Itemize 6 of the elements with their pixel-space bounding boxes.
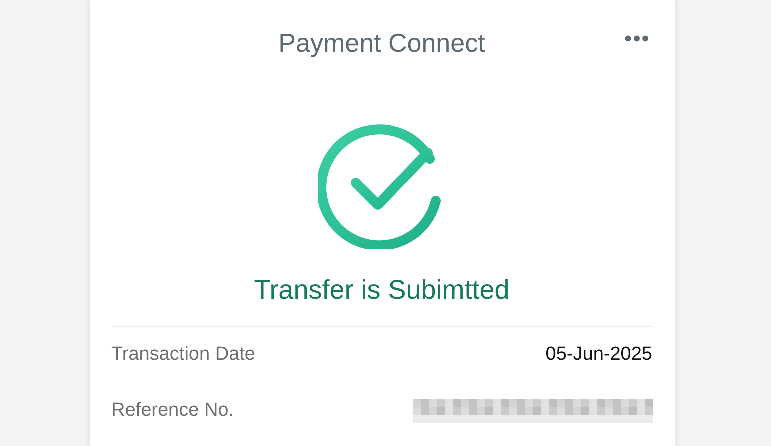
page-title: Payment Connect [278,28,486,58]
detail-label: Reference No. [112,400,234,422]
status-message: Transfer is Subimtted [254,275,510,306]
detail-value: 05-Jun-2025 [546,344,652,366]
detail-label: Transaction Date [112,344,256,366]
more-menu-button[interactable]: ••• [622,26,652,52]
